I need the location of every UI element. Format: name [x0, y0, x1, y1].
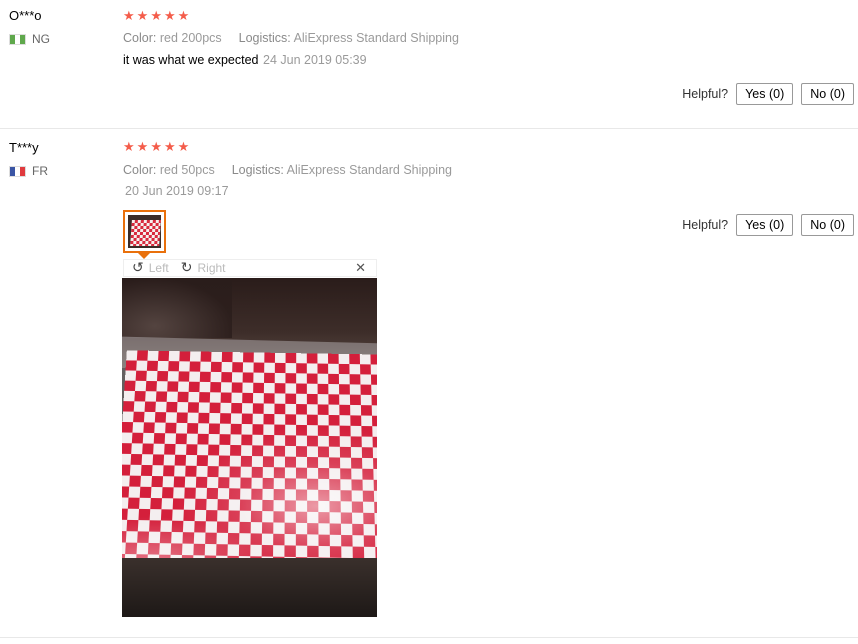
star-icon: ★	[136, 140, 149, 155]
helpful-no-button[interactable]: No (0)	[801, 83, 854, 105]
review-date: 24 Jun 2019 05:39	[263, 53, 367, 67]
logistics-value: AliExpress Standard Shipping	[293, 31, 459, 45]
star-icon: ★	[177, 140, 190, 155]
color-value: red 50pcs	[159, 163, 215, 177]
helpful-no-button[interactable]: No (0)	[801, 214, 854, 236]
reviewer-name: T***y	[9, 140, 39, 155]
rotate-left-label: Left	[148, 261, 169, 275]
star-icon: ★	[123, 9, 135, 24]
star-icon: ★	[123, 140, 135, 155]
review-photo-thumbnail[interactable]	[123, 210, 166, 253]
color-key: Color:	[123, 163, 157, 177]
order-attributes: Color: red 50pcs Logistics: AliExpress S…	[123, 163, 452, 177]
helpful-vote: Helpful? Yes (0) No (0)	[682, 214, 854, 236]
rotate-right-label: Right	[197, 261, 226, 275]
logistics-key: Logistics:	[231, 163, 284, 177]
star-icon: ★	[150, 9, 162, 24]
star-icon: ★	[177, 9, 190, 24]
review-item: O***o NG ★ ★ ★ ★ ★ Color: red 200pcs Log…	[0, 0, 858, 129]
flag-fr-icon	[9, 165, 26, 177]
color-value: red 200pcs	[159, 31, 222, 45]
reviewer-name: O***o	[9, 8, 42, 23]
rotate-left-button[interactable]: ↺ Left	[132, 260, 169, 276]
logistics-key: Logistics:	[238, 31, 291, 45]
review-item: T***y FR ★ ★ ★ ★ ★ Color: red 50pcs Logi…	[0, 129, 858, 638]
star-rating: ★ ★ ★ ★ ★	[123, 141, 189, 154]
review-date: 20 Jun 2019 09:17	[125, 184, 229, 198]
helpful-label: Helpful?	[682, 218, 729, 232]
rotate-left-icon: ↺	[132, 260, 144, 276]
rotate-right-button[interactable]: ↻ Right	[181, 260, 226, 276]
reviewer-country: NG	[9, 32, 50, 46]
star-icon: ★	[163, 140, 176, 155]
feedback-text: it was what we expected	[123, 53, 259, 67]
helpful-label: Helpful?	[682, 87, 729, 101]
star-icon: ★	[150, 140, 162, 155]
star-rating: ★ ★ ★ ★ ★	[123, 10, 189, 23]
country-code: FR	[32, 164, 48, 178]
reviewer-country: FR	[9, 164, 48, 178]
thumbnail-image	[128, 215, 161, 248]
review-photo-large	[122, 278, 377, 617]
helpful-yes-button[interactable]: Yes (0)	[736, 214, 794, 236]
logistics-value: AliExpress Standard Shipping	[286, 163, 452, 177]
flag-ng-icon	[9, 33, 26, 45]
order-attributes: Color: red 200pcs Logistics: AliExpress …	[123, 31, 459, 45]
country-code: NG	[32, 32, 50, 46]
helpful-yes-button[interactable]: Yes (0)	[736, 83, 794, 105]
star-icon: ★	[136, 9, 149, 24]
helpful-vote: Helpful? Yes (0) No (0)	[682, 83, 854, 105]
close-icon[interactable]: ✕	[355, 261, 366, 276]
rotate-right-icon: ↻	[180, 260, 193, 276]
color-key: Color:	[123, 31, 157, 45]
image-viewer-toolbar: ↺ Left ↻ Right ✕	[123, 259, 377, 277]
star-icon: ★	[163, 9, 176, 24]
